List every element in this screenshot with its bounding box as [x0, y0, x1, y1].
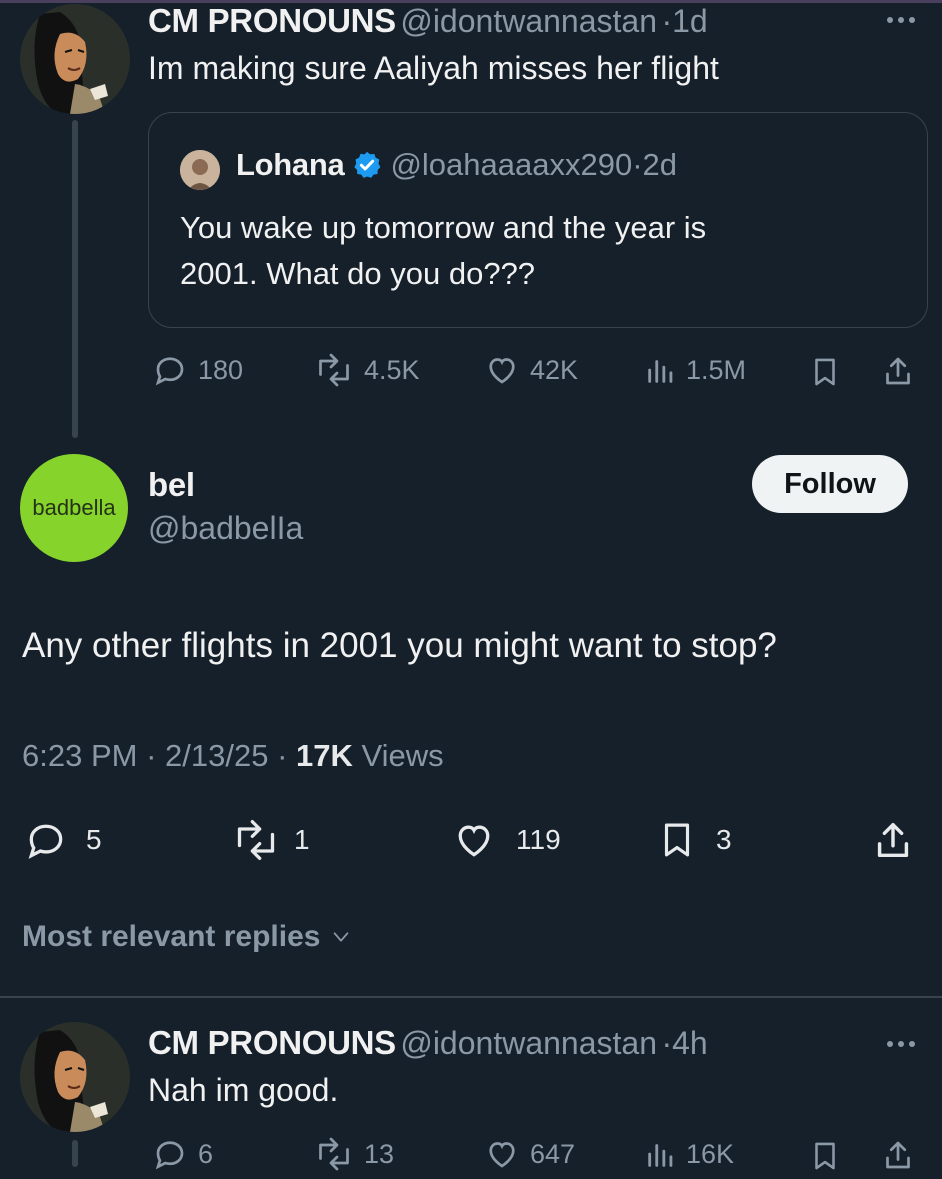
like-count: 647: [530, 1138, 576, 1169]
quote-display-name[interactable]: Lohana: [236, 147, 345, 183]
reply-button[interactable]: 180: [150, 352, 243, 388]
post-time[interactable]: 6:23 PM: [22, 738, 137, 773]
display-name[interactable]: CM PRONOUNS: [148, 2, 396, 39]
separator: ·: [632, 147, 643, 182]
quote-text-line1: You wake up tomorrow and the year is: [180, 210, 707, 245]
views-icon: [648, 360, 673, 383]
like-button[interactable]: 42K: [482, 352, 578, 388]
more-icon[interactable]: [884, 1032, 918, 1061]
like-button[interactable]: 119: [450, 818, 561, 862]
bookmark-button[interactable]: 3: [656, 818, 732, 862]
views-button[interactable]: 1.5M: [644, 352, 746, 388]
thread-line: [72, 120, 78, 438]
reply-count: 180: [198, 354, 244, 385]
thread-line: [72, 1140, 78, 1167]
share-icon[interactable]: [880, 1136, 916, 1179]
handle[interactable]: @idontwannastan: [400, 1025, 657, 1061]
replies-sort[interactable]: Most relevant replies: [22, 920, 354, 954]
post-text: Any other flights in 2001 you might want…: [22, 626, 777, 665]
post-date[interactable]: 2/13/25: [165, 738, 268, 773]
bookmark-icon: [664, 823, 690, 857]
quote-timestamp[interactable]: 2d: [643, 147, 677, 183]
views-label: Views: [361, 738, 444, 773]
views-count: 16K: [686, 1138, 735, 1169]
timestamp[interactable]: 1d: [672, 3, 708, 39]
quote-text-line2: 2001. What do you do???: [180, 256, 536, 291]
repost-icon: [237, 820, 275, 860]
handle[interactable]: @badbelIa: [148, 510, 303, 547]
avatar-cm-pronouns[interactable]: [20, 1022, 130, 1132]
avatar-badbella[interactable]: badbella: [20, 454, 128, 562]
repost-count: 1: [294, 824, 310, 855]
repost-icon: [319, 353, 349, 387]
avatar-cm-pronouns[interactable]: [20, 4, 130, 114]
more-icon[interactable]: [884, 8, 918, 37]
separator: ·: [661, 1025, 673, 1061]
post-text: Im making sure Aaliyah misses her flight: [148, 50, 719, 86]
share-icon[interactable]: [870, 816, 916, 869]
reply-count: 5: [86, 824, 102, 855]
repost-button[interactable]: 1: [230, 818, 310, 862]
share-icon[interactable]: [880, 352, 916, 395]
avatar-lohana[interactable]: [180, 150, 220, 190]
reply-icon: [28, 824, 63, 859]
quote-handle[interactable]: @loahaaaaxx290: [390, 147, 632, 183]
like-icon: [489, 358, 515, 384]
separator: ·: [146, 738, 157, 773]
replies-sort-label: Most relevant replies: [22, 920, 321, 953]
timestamp[interactable]: 4h: [672, 1025, 708, 1061]
reply-count: 6: [198, 1138, 214, 1169]
post-text: Nah im good.: [148, 1072, 339, 1108]
quote-header: Lohana @loahaaaaxx290 · 2d: [236, 147, 677, 183]
views-count: 17K: [296, 738, 353, 773]
chevron-down-icon: [334, 932, 349, 942]
like-count: 119: [516, 824, 561, 855]
separator: ·: [277, 738, 288, 773]
bookmark-icon[interactable]: [808, 354, 842, 395]
handle[interactable]: @idontwannastan: [400, 3, 657, 39]
follow-button[interactable]: Follow: [752, 455, 908, 513]
bookmark-count: 3: [716, 824, 732, 855]
post-header: CM PRONOUNS @idontwannastan ·4h: [148, 1024, 708, 1062]
separator: ·: [661, 3, 673, 39]
repost-button[interactable]: 4.5K: [312, 352, 420, 388]
display-name[interactable]: CM PRONOUNS: [148, 1024, 396, 1061]
repost-count: 4.5K: [364, 354, 420, 385]
display-name[interactable]: bel: [148, 466, 195, 504]
divider: [0, 996, 942, 998]
post-header: CM PRONOUNS @idontwannastan ·1d: [148, 2, 708, 40]
avatar-text: badbella: [32, 495, 116, 520]
reply-icon: [155, 357, 184, 386]
reply-button[interactable]: 5: [22, 818, 102, 862]
repost-count: 13: [364, 1138, 395, 1169]
bookmark-icon[interactable]: [808, 1138, 842, 1179]
views-count: 1.5M: [686, 354, 747, 385]
post-meta: 6:23 PM · 2/13/25 · 17K Views: [22, 738, 444, 774]
verified-icon: [354, 151, 381, 178]
like-count: 42K: [530, 354, 579, 385]
like-icon: [458, 825, 490, 857]
